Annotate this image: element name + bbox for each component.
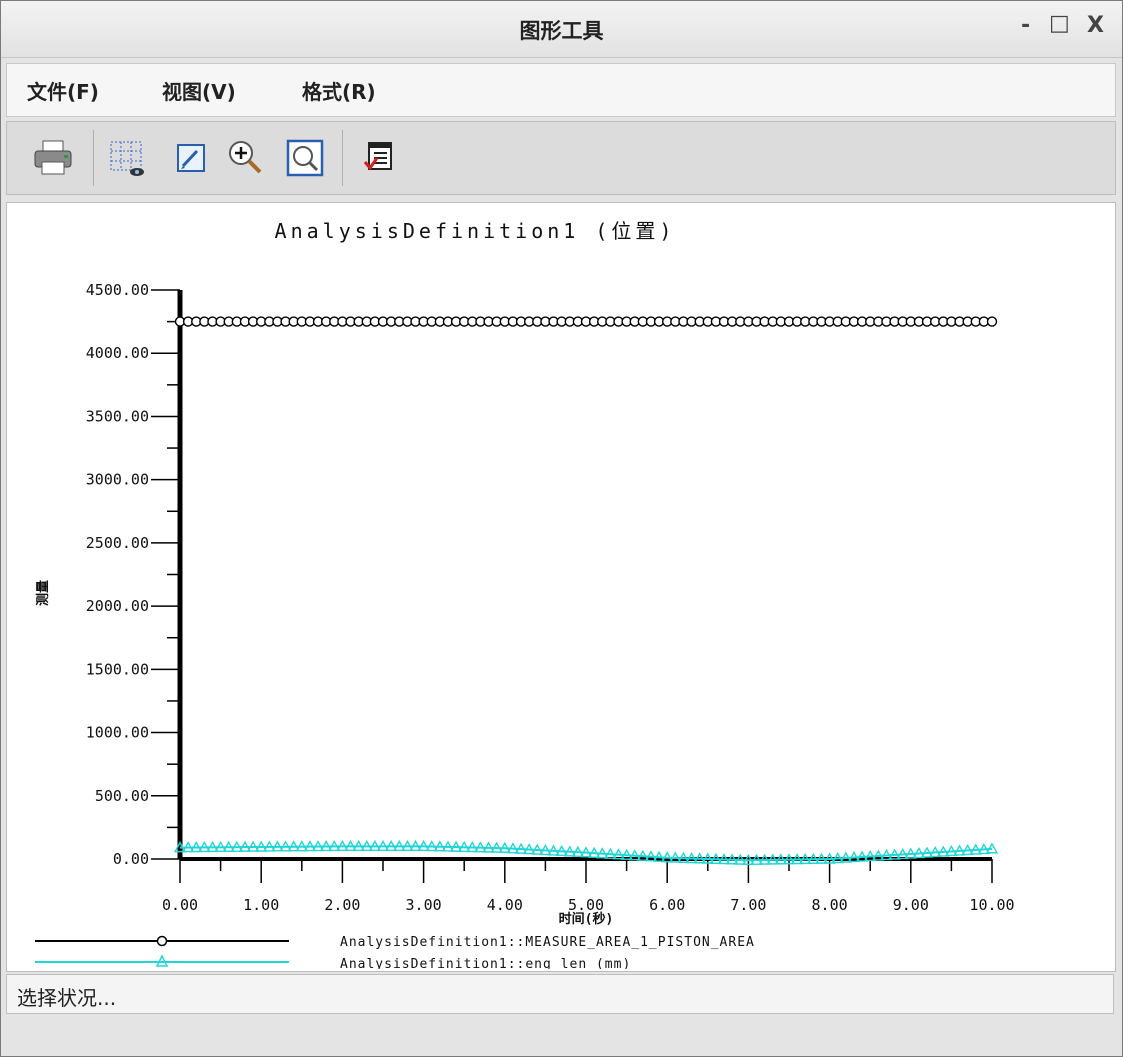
x-tick-label: 0.00 (162, 896, 198, 914)
y-tick-label: 0.00 (113, 850, 149, 868)
title-bar[interactable]: 图形工具 - □ X (1, 1, 1122, 58)
y-tick-label: 500.00 (95, 787, 149, 805)
y-tick-label: 2500.00 (86, 534, 149, 552)
graph-tool-window: 图形工具 - □ X 文件(F) 视图(V) 格式(R) AnalysisDef… (0, 0, 1123, 1057)
menu-format[interactable]: 格式(R) (302, 76, 376, 105)
status-bar: 选择状况... (6, 974, 1114, 1014)
zoom-fit-icon[interactable] (283, 136, 327, 180)
menu-view[interactable]: 视图(V) (162, 76, 236, 105)
y-tick-label: 1000.00 (86, 724, 149, 742)
y-tick-label: 1500.00 (86, 660, 149, 678)
legend-label-series-2: AnalysisDefinition1::eng_len (mm) (340, 957, 631, 969)
toolbar (6, 121, 1116, 195)
legend: AnalysisDefinition1::MEASURE_AREA_1_PIST… (35, 935, 755, 972)
y-axis-ticks: 0.00 500.00 1000.00 1500.00 2000.00 2500.00 30… (86, 281, 180, 868)
series-group (173, 316, 999, 865)
x-tick-label: 2.00 (324, 896, 360, 914)
toolbar-separator (93, 130, 94, 186)
y-tick-label: 4500.00 (86, 281, 149, 299)
x-tick-label: 1.00 (243, 896, 279, 914)
plot-area: AnalysisDefinition1 (位置) 0.00 500.00 1000.… (6, 202, 1116, 972)
y-tick-label: 3000.00 (86, 471, 149, 489)
menu-bar: 文件(F) 视图(V) 格式(R) (6, 63, 1116, 117)
x-tick-label: 7.00 (730, 896, 766, 914)
line-chart: AnalysisDefinition1 (位置) 0.00 500.00 1000.… (35, 219, 1015, 972)
legend-label-series-1: AnalysisDefinition1::MEASURE_AREA_1_PIST… (340, 935, 755, 950)
x-tick-label: 10.00 (969, 896, 1014, 914)
status-text: 选择状况... (17, 986, 117, 1010)
chart-title: AnalysisDefinition1 (位置) (275, 219, 676, 243)
legend-marker-series-1 (156, 935, 168, 947)
maximize-button[interactable]: □ (1049, 11, 1070, 36)
print-icon[interactable] (31, 136, 75, 180)
y-tick-label: 4000.00 (86, 344, 149, 362)
y-tick-label: 3500.00 (86, 407, 149, 425)
x-tick-label: 3.00 (406, 896, 442, 914)
toolbar-separator (342, 130, 343, 186)
grid-view-icon[interactable] (105, 136, 149, 180)
x-axis-label: 时间(秒) (559, 911, 614, 927)
x-tick-label: 4.00 (487, 896, 523, 914)
x-tick-label: 8.00 (812, 896, 848, 914)
window-title: 图形工具 (519, 19, 604, 43)
export-report-icon[interactable] (357, 136, 401, 180)
series-1-marker (986, 316, 998, 327)
y-axis-label: 测量 (35, 580, 51, 606)
close-button[interactable]: X (1087, 13, 1104, 38)
x-axis-ticks: 0.00 1.00 2.00 3.00 4.00 5.00 6.00 7.00 8.00 9.00… (162, 859, 1015, 914)
menu-file[interactable]: 文件(F) (27, 76, 99, 105)
x-tick-label: 9.00 (893, 896, 929, 914)
x-tick-label: 6.00 (649, 896, 685, 914)
zoom-in-icon[interactable] (223, 136, 267, 180)
minimize-button[interactable]: - (1021, 13, 1030, 38)
y-tick-label: 2000.00 (86, 597, 149, 615)
edit-icon[interactable] (169, 136, 213, 180)
